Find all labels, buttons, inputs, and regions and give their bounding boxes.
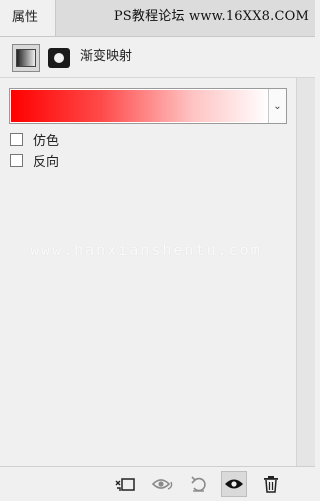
gradient-dropdown-button[interactable]: ⌄ <box>268 89 286 123</box>
gradient-map-icon[interactable] <box>12 44 40 72</box>
dither-checkbox[interactable] <box>10 132 23 146</box>
clip-to-layer-icon <box>115 478 135 491</box>
reverse-checkbox[interactable] <box>10 153 23 167</box>
properties-header: 渐变映射 <box>0 37 315 78</box>
view-previous-state-button[interactable] <box>150 471 176 497</box>
clip-to-layer-button[interactable] <box>112 471 138 497</box>
layer-mask-icon[interactable] <box>48 48 70 68</box>
gradient-swatch <box>16 49 36 67</box>
visibility-eye-icon <box>225 479 243 489</box>
watermark-overlay: www.hanxianshentu.com <box>30 241 262 259</box>
visibility-toggle-button[interactable] <box>221 471 247 497</box>
watermark-text: PS教程论坛 www.16XX8.COM <box>113 9 309 24</box>
chevron-down-icon: ⌄ <box>273 100 282 112</box>
view-previous-state-icon <box>151 479 173 490</box>
gradient-picker[interactable]: ⌄ <box>9 88 287 124</box>
dither-label: 仿色 <box>33 133 60 149</box>
reverse-option[interactable]: 反向 <box>10 151 60 170</box>
delete-button[interactable] <box>258 471 284 497</box>
scrollbar[interactable] <box>296 78 315 466</box>
tab-properties[interactable]: 属性 <box>0 0 56 36</box>
gradient-preview-bar[interactable] <box>11 90 269 122</box>
panel-tab-bar: 属性 PS教程论坛 www.16XX8.COM <box>0 0 315 37</box>
adjustment-title: 渐变映射 <box>80 49 133 64</box>
reset-icon <box>191 476 206 492</box>
reset-button[interactable] <box>186 471 212 497</box>
reverse-label: 反向 <box>33 154 60 170</box>
trash-icon <box>264 476 278 493</box>
panel-footer <box>0 466 315 501</box>
dither-option[interactable]: 仿色 <box>10 130 60 149</box>
